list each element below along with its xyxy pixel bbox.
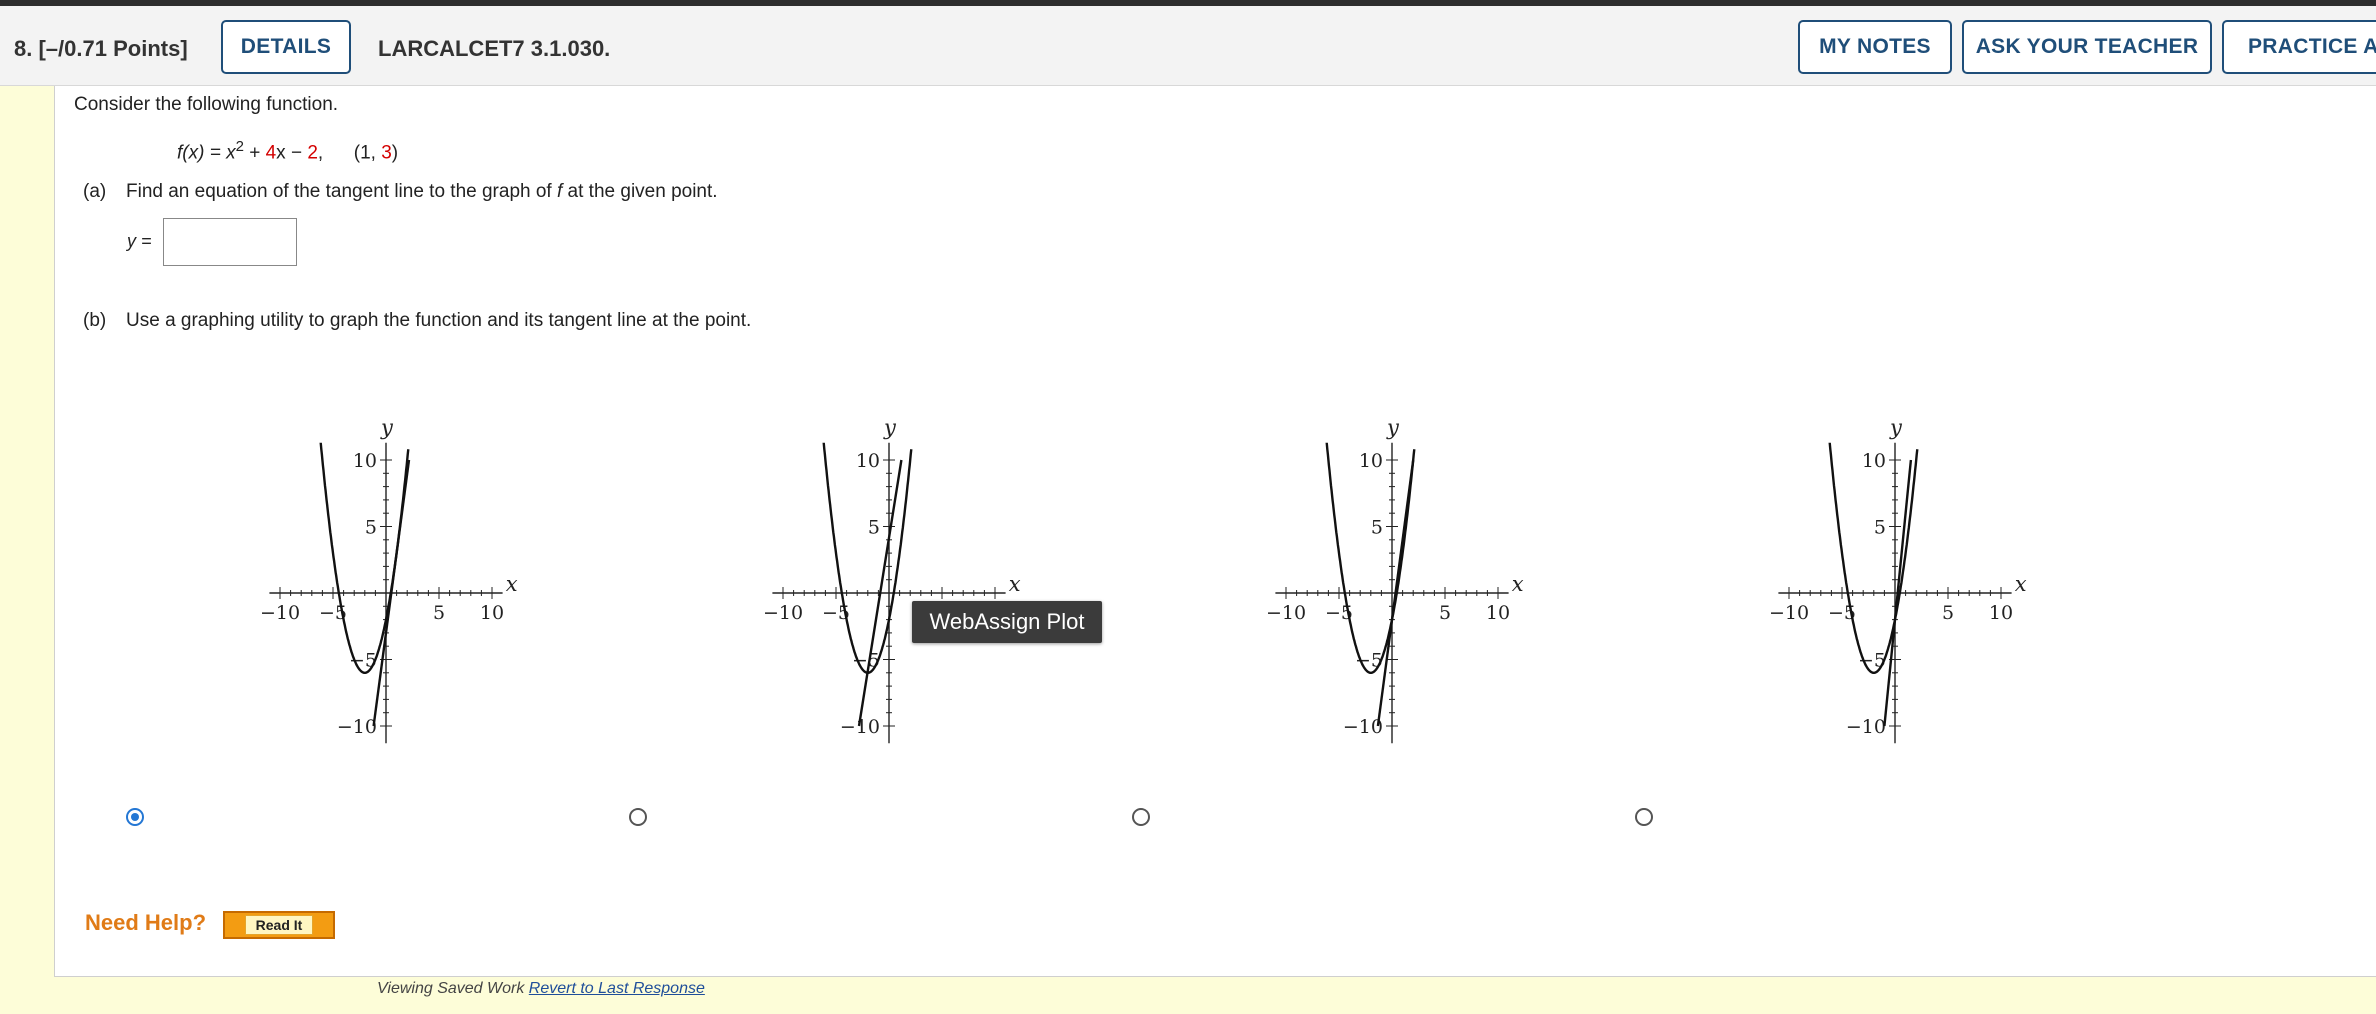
graph-option-3[interactable]: −10 −5 5 10105−5−10xy <box>1137 348 1627 828</box>
y-tick-label: 5 <box>1371 517 1383 539</box>
function-x-minus: x − <box>276 142 308 164</box>
y-tick-label: 10 <box>353 450 377 472</box>
graph-option-1[interactable]: −10 −5 5 10105−5−10xy <box>131 348 621 828</box>
x-tick-label: −10 <box>1266 602 1306 624</box>
x-tick-label: 5 <box>433 602 445 624</box>
practice-another-button[interactable]: PRACTICE AN <box>2222 20 2376 74</box>
y-tick-label: −10 <box>337 716 377 738</box>
function-lhs: f(x) = x <box>177 142 236 164</box>
points-label: [–/0.71 Points] <box>38 36 188 61</box>
point-close: ) <box>391 142 399 164</box>
read-it-button[interactable]: Read It <box>223 911 335 939</box>
y-tick-label: −10 <box>1343 716 1383 738</box>
function-const-c: 2 <box>307 142 318 164</box>
y-axis-label: y <box>1386 416 1400 440</box>
function-curve <box>1828 442 1919 674</box>
function-expression: f(x) = x2 + 4x − 2, (1, 3) <box>177 138 398 164</box>
x-tick-label: 10 <box>480 602 504 624</box>
tangent-line-answer-input[interactable] <box>163 218 297 266</box>
part-b-prompt: Use a graphing utility to graph the func… <box>126 310 752 331</box>
x-axis-label: x <box>1009 572 1021 596</box>
y-tick-label: −5 <box>852 650 880 672</box>
x-axis-label: x <box>1512 572 1524 596</box>
read-it-label: Read It <box>244 915 314 935</box>
point-y: 3 <box>381 142 392 164</box>
ask-your-teacher-button[interactable]: ASK YOUR TEACHER <box>1962 20 2212 74</box>
y-tick-label: −5 <box>349 650 377 672</box>
x-tick-label: −10 <box>1769 602 1809 624</box>
graph-option-4[interactable]: −10 −5 5 10105−5−10xy <box>1640 348 2130 828</box>
need-help-label: Need Help? <box>85 910 207 935</box>
radio-option-2[interactable] <box>629 808 647 826</box>
part-a-label: (a) <box>83 181 107 202</box>
x-tick-label: 10 <box>1989 602 2013 624</box>
y-tick-label: −5 <box>1858 650 1886 672</box>
part-b-label: (b) <box>83 310 107 331</box>
question-number-text: 8. <box>14 36 33 61</box>
function-plus: + <box>243 142 266 164</box>
function-curve <box>1325 442 1416 674</box>
question-number: 8. [–/0.71 Points] <box>14 36 188 62</box>
problem-code: LARCALCET7 3.1.030. <box>378 36 611 61</box>
problem-intro: Consider the following function. <box>74 94 339 115</box>
y-axis-label: y <box>883 416 897 440</box>
radio-option-3[interactable] <box>1132 808 1150 826</box>
x-tick-label: −10 <box>260 602 300 624</box>
my-notes-button[interactable]: MY NOTES <box>1798 20 1952 74</box>
function-curve <box>319 442 410 674</box>
saved-work-footer: Viewing Saved Work Revert to Last Respon… <box>377 980 705 998</box>
question-body: Consider the following function. f(x) = … <box>54 86 2376 977</box>
part-a-text-after: at the given point. <box>562 181 718 202</box>
viewing-saved-work-text: Viewing Saved Work <box>377 980 529 997</box>
y-tick-label: 10 <box>856 450 880 472</box>
x-axis-label: x <box>506 572 518 596</box>
y-axis-label: y <box>380 416 394 440</box>
y-tick-label: −5 <box>1355 650 1383 672</box>
function-curve <box>822 442 913 674</box>
point-open: (1, <box>353 142 382 164</box>
function-comma: , <box>317 142 324 164</box>
webassign-plot-tooltip: WebAssign Plot <box>912 601 1102 643</box>
y-tick-label: −10 <box>1846 716 1886 738</box>
y-tick-label: 10 <box>1862 450 1886 472</box>
x-tick-label: −10 <box>763 602 803 624</box>
y-tick-label: 5 <box>868 517 880 539</box>
y-equals-label: y = <box>127 231 152 251</box>
revert-to-last-response-link[interactable]: Revert to Last Response <box>529 980 705 997</box>
x-tick-label: 5 <box>1942 602 1954 624</box>
details-button[interactable]: DETAILS <box>221 20 351 74</box>
part-a-prompt: Find an equation of the tangent line to … <box>126 181 718 203</box>
x-tick-label: 10 <box>1486 602 1510 624</box>
radio-option-4[interactable] <box>1635 808 1653 826</box>
question-header: 8. [–/0.71 Points] DETAILS LARCALCET7 3.… <box>0 6 2376 86</box>
y-tick-label: 5 <box>365 517 377 539</box>
y-tick-label: 10 <box>1359 450 1383 472</box>
function-exponent: 2 <box>235 138 244 155</box>
radio-option-1[interactable] <box>126 808 144 826</box>
x-tick-label: 5 <box>1439 602 1451 624</box>
y-axis-label: y <box>1889 416 1903 440</box>
graph-option-2[interactable]: −10−5510105−5−10xy <box>634 348 1124 828</box>
x-axis-label: x <box>2015 572 2027 596</box>
part-a-text-before: Find an equation of the tangent line to … <box>126 181 557 202</box>
y-tick-label: 5 <box>1874 517 1886 539</box>
function-coef-b: 4 <box>265 142 277 164</box>
